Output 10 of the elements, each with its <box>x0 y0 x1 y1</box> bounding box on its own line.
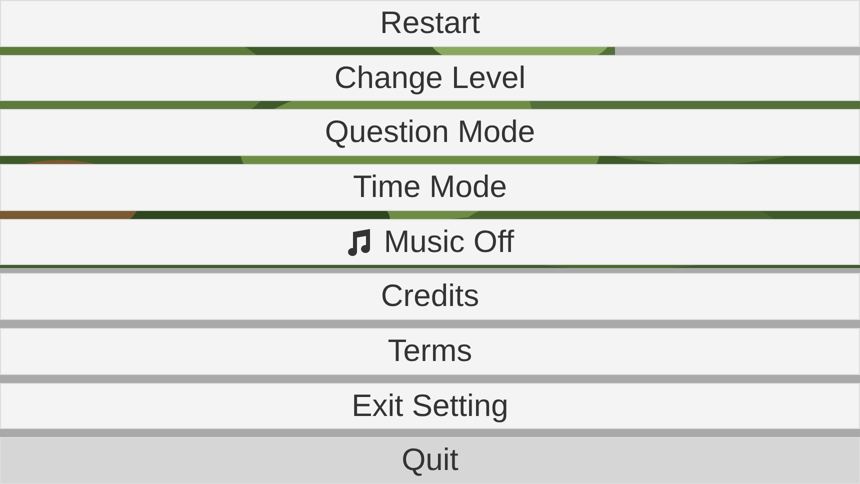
menu-button[interactable]: Music Off <box>0 218 860 266</box>
menu-button[interactable]: Credits <box>0 273 860 320</box>
menu-button[interactable]: Terms <box>0 328 860 375</box>
menu-button[interactable]: Restart <box>0 0 860 47</box>
menu-button[interactable]: Question Mode <box>0 109 860 156</box>
music-note-icon <box>346 226 372 257</box>
menu-button[interactable]: Quit <box>0 437 860 484</box>
menu-button[interactable]: Change Level <box>0 54 860 102</box>
menu-button[interactable]: Time Mode <box>0 164 860 211</box>
menu-button[interactable]: Exit Setting <box>0 382 860 430</box>
